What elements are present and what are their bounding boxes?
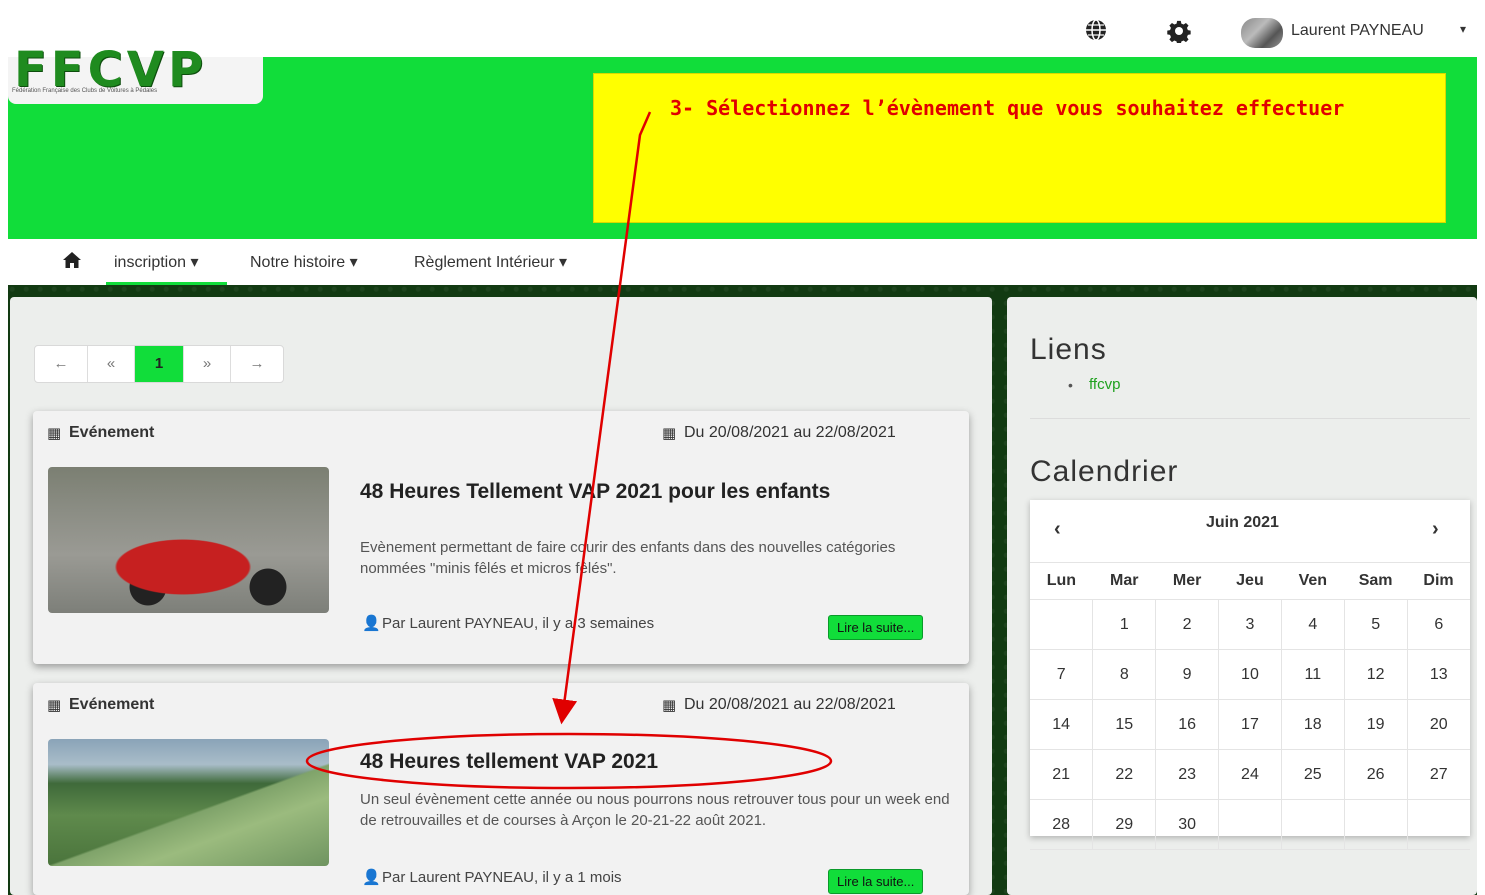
calendar-day[interactable]: 6	[1406, 599, 1470, 650]
calendar-day	[1218, 799, 1282, 850]
calendar-day[interactable]: 4	[1280, 599, 1345, 650]
event-thumbnail[interactable]	[48, 739, 329, 866]
calendar-day[interactable]: 14	[1030, 699, 1094, 750]
calendar-day[interactable]: 3	[1218, 599, 1282, 650]
calendar-day[interactable]: 16	[1155, 699, 1220, 750]
calendar-day	[1030, 599, 1094, 650]
event-title[interactable]: 48 Heures Tellement VAP 2021 pour les en…	[360, 480, 920, 503]
user-name[interactable]: Laurent PAYNEAU	[1291, 22, 1424, 40]
calendar-week-row: 14 15 16 17 18 19 20	[1030, 699, 1470, 750]
event-date-range: Du 20/08/2021 au 22/08/2021	[684, 424, 896, 441]
calendar-day[interactable]: 12	[1343, 649, 1408, 700]
calendar-day[interactable]: 29	[1092, 799, 1157, 850]
calendar-day[interactable]: 9	[1155, 649, 1220, 700]
globe-icon[interactable]	[1084, 18, 1108, 47]
weekday-label: Ven	[1281, 562, 1345, 600]
calendar-day[interactable]: 17	[1218, 699, 1282, 750]
home-icon[interactable]	[62, 251, 82, 274]
user-menu-caret-icon[interactable]: ▾	[1460, 22, 1466, 36]
weekday-label: Mer	[1155, 562, 1219, 600]
calendar-weekday-row: Lun Mar Mer Jeu Ven Sam Dim	[1030, 562, 1470, 600]
logo-subtitle: Fédération Française des Clubs de Voitur…	[12, 88, 158, 94]
calendar-day[interactable]: 22	[1092, 749, 1157, 800]
calendar-day[interactable]: 19	[1343, 699, 1408, 750]
calendar-day[interactable]: 2	[1155, 599, 1220, 650]
link-ffcvp[interactable]: ffcvp	[1089, 376, 1120, 393]
calendar-day[interactable]: 27	[1406, 749, 1470, 800]
nav-item-inscription[interactable]: inscription ▾	[114, 252, 199, 272]
calendar-day[interactable]: 13	[1406, 649, 1470, 700]
read-more-button[interactable]: Lire la suite...	[828, 869, 924, 894]
weekday-label: Lun	[1030, 562, 1093, 600]
links-heading: Liens	[1030, 333, 1107, 366]
event-description: Evènement permettant de faire courir des…	[360, 539, 896, 577]
calendar-icon: ▦	[662, 424, 677, 442]
calendar-day[interactable]: 11	[1280, 649, 1345, 700]
calendar-week-row: 21 22 23 24 25 26 27	[1030, 749, 1470, 800]
calendar-day[interactable]: 15	[1092, 699, 1157, 750]
calendar-day[interactable]: 28	[1030, 799, 1094, 850]
event-type-label: Evénement	[69, 424, 155, 441]
nav-item-notre-histoire[interactable]: Notre histoire ▾	[250, 252, 358, 272]
calendar-week-row: 1 2 3 4 5 6	[1030, 599, 1470, 650]
event-date-range: Du 20/08/2021 au 22/08/2021	[684, 696, 896, 713]
calendar-icon: ▦	[47, 696, 62, 714]
pagination-prev-button[interactable]: «	[88, 346, 135, 382]
main-navbar	[8, 239, 1477, 284]
calendar-day[interactable]: 10	[1218, 649, 1282, 700]
user-icon: 👤	[362, 614, 381, 632]
calendar-day[interactable]: 25	[1280, 749, 1345, 800]
calendar-day	[1406, 799, 1470, 850]
calendar-day[interactable]: 26	[1343, 749, 1408, 800]
event-author-meta: Par Laurent PAYNEAU, il y a 3 semaines	[382, 615, 655, 632]
gear-icon[interactable]	[1167, 19, 1191, 48]
calendar-day[interactable]: 18	[1280, 699, 1345, 750]
list-bullet: •	[1068, 377, 1073, 393]
event-author-meta: Par Laurent PAYNEAU, il y a 1 mois	[382, 869, 622, 886]
instruction-callout-text: 3- Sélectionnez l’évènement que vous sou…	[670, 96, 1345, 120]
calendar-day[interactable]: 1	[1092, 599, 1157, 650]
calendar-heading: Calendrier	[1030, 455, 1179, 488]
calendar-day[interactable]: 20	[1406, 699, 1470, 750]
weekday-label: Dim	[1407, 562, 1470, 600]
weekday-label: Mar	[1092, 562, 1156, 600]
calendar-icon: ▦	[662, 696, 677, 714]
pagination-first-button[interactable]: ←	[35, 346, 88, 382]
pagination: ← « 1 » →	[34, 345, 284, 383]
user-icon: 👤	[362, 868, 381, 886]
calendar-day	[1280, 799, 1345, 850]
calendar-icon: ▦	[47, 424, 62, 442]
pagination-page-1[interactable]: 1	[135, 346, 184, 382]
calendar-week-row: 28 29 30	[1030, 799, 1470, 850]
weekday-label: Sam	[1344, 562, 1408, 600]
calendar-prev-month-button[interactable]: ‹	[1054, 518, 1061, 541]
calendar-grid: Lun Mar Mer Jeu Ven Sam Dim 1 2 3 4 5 6 …	[1030, 562, 1470, 850]
event-type-label: Evénement	[69, 696, 155, 713]
event-thumbnail[interactable]	[48, 467, 329, 613]
read-more-button[interactable]: Lire la suite...	[828, 615, 924, 640]
event-description: Un seul évènement cette année ou nous po…	[360, 791, 950, 829]
calendar-day[interactable]: 21	[1030, 749, 1094, 800]
calendar-day[interactable]: 8	[1092, 649, 1157, 700]
calendar-day[interactable]: 5	[1343, 599, 1408, 650]
calendar-next-month-button[interactable]: ›	[1432, 518, 1439, 541]
calendar-day[interactable]: 7	[1030, 649, 1094, 700]
event-title[interactable]: 48 Heures tellement VAP 2021	[360, 750, 920, 773]
pagination-last-button[interactable]: →	[231, 346, 283, 382]
divider	[1030, 418, 1470, 419]
nav-item-reglement-interieur[interactable]: Règlement Intérieur ▾	[414, 252, 567, 272]
weekday-label: Jeu	[1218, 562, 1282, 600]
pagination-next-button[interactable]: »	[184, 346, 231, 382]
calendar-week-row: 7 8 9 10 11 12 13	[1030, 649, 1470, 700]
calendar-day[interactable]: 30	[1155, 799, 1220, 850]
calendar-day[interactable]: 24	[1218, 749, 1282, 800]
calendar-day[interactable]: 23	[1155, 749, 1220, 800]
calendar-day	[1343, 799, 1408, 850]
calendar-month-label: Juin 2021	[1206, 514, 1279, 531]
user-avatar[interactable]	[1241, 18, 1283, 48]
